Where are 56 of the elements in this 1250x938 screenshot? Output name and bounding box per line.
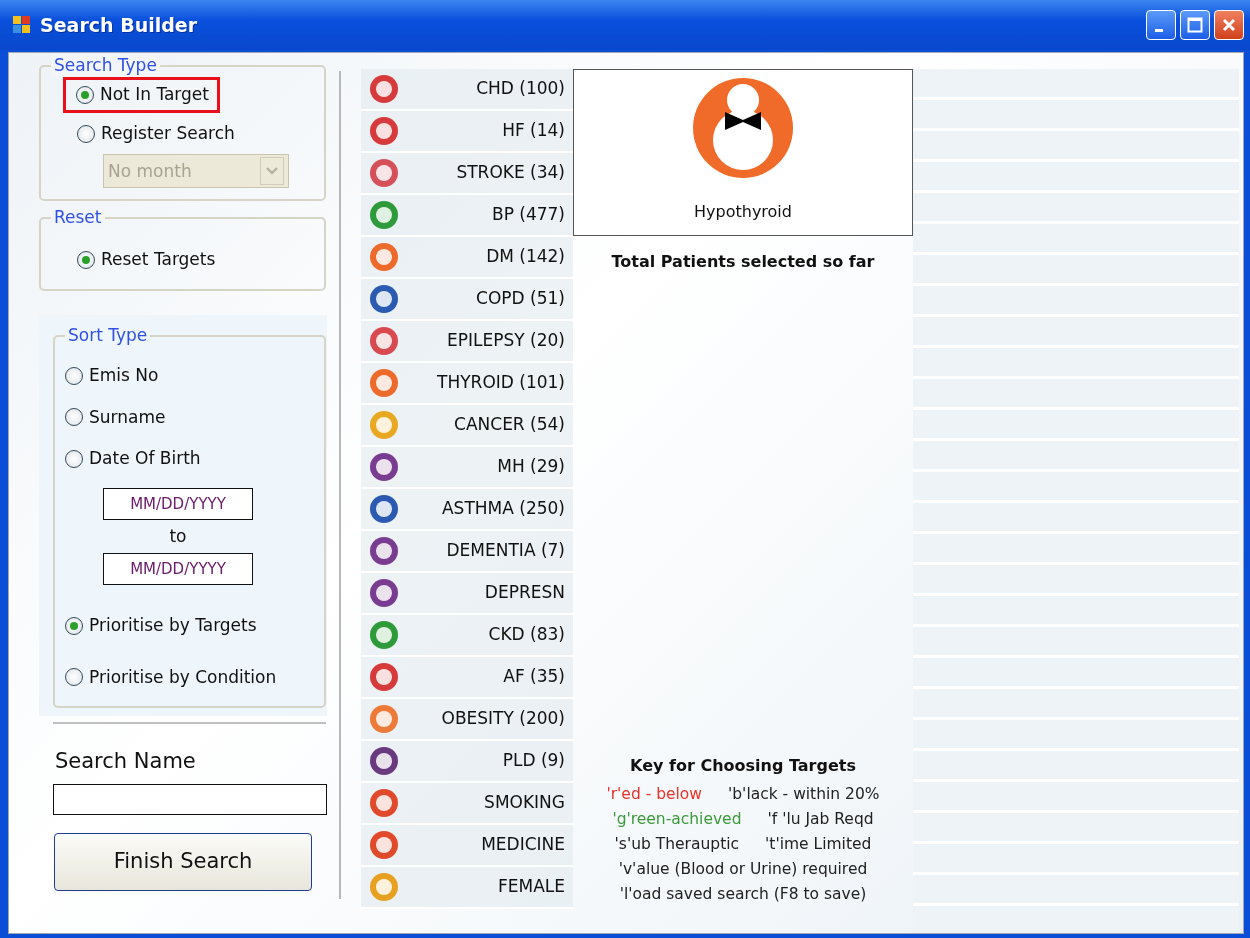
condition-item[interactable]: CHD (100) xyxy=(361,69,573,111)
minimize-button[interactable] xyxy=(1146,10,1176,40)
key-title: Key for Choosing Targets xyxy=(630,755,856,777)
close-button[interactable] xyxy=(1214,10,1244,40)
caret-icon xyxy=(266,167,278,176)
condition-item[interactable]: MEDICINE xyxy=(361,825,573,867)
condition-item[interactable]: MH (29) xyxy=(361,447,573,489)
condition-item[interactable]: DM (142) xyxy=(361,237,573,279)
condition-item[interactable]: SMOKING xyxy=(361,783,573,825)
thyroid-icon xyxy=(691,76,795,180)
total-label: Total Patients selected so far xyxy=(611,251,875,273)
radio-option[interactable]: Surname xyxy=(65,404,166,430)
range-separator: to xyxy=(169,524,187,548)
key-text: 'v'alue (Blood or Urine) required xyxy=(618,859,868,880)
key-text: 's'ub Therauptic xyxy=(614,834,740,855)
key-text: 'f 'lu Jab Reqd xyxy=(767,809,874,830)
condition-item[interactable]: ASTHMA (250) xyxy=(361,489,573,531)
group-title: Search Type xyxy=(51,54,160,76)
condition-item[interactable]: EPILEPSY (20) xyxy=(361,321,573,363)
key-text: 'r'ed - below xyxy=(606,784,702,805)
key-text: 'b'lack - within 20% xyxy=(728,784,880,805)
condition-item[interactable]: HF (14) xyxy=(361,111,573,153)
radio-option[interactable]: Register Search xyxy=(77,120,235,147)
condition-item[interactable]: DEPRESN xyxy=(361,573,573,615)
condition-item[interactable]: BP (477) xyxy=(361,195,573,237)
maximize-button[interactable] xyxy=(1180,10,1210,40)
field-label: Search Name xyxy=(55,748,197,775)
search-name-field[interactable] xyxy=(53,783,327,815)
condition-item[interactable]: THYROID (101) xyxy=(361,363,573,405)
key-text: 'g'reen-achieved xyxy=(612,809,742,830)
radio-option[interactable]: Prioritise by Condition xyxy=(65,664,277,690)
condition-item[interactable]: CANCER (54) xyxy=(361,405,573,447)
close-icon xyxy=(1221,17,1237,33)
preview-caption: Hypothyroid xyxy=(694,201,792,223)
condition-item[interactable]: CKD (83) xyxy=(361,615,573,657)
condition-item[interactable]: OBESITY (200) xyxy=(361,699,573,741)
condition-item[interactable]: STROKE (34) xyxy=(361,153,573,195)
radio-option[interactable]: Prioritise by Targets xyxy=(65,613,257,639)
condition-item[interactable]: FEMALE xyxy=(361,867,573,909)
condition-item[interactable]: AF (35) xyxy=(361,657,573,699)
radio-option[interactable]: Emis No xyxy=(65,363,159,389)
app-icon xyxy=(12,15,32,35)
condition-item[interactable]: PLD (9) xyxy=(361,741,573,783)
radio-option[interactable]: Date Of Birth xyxy=(65,446,201,472)
maximize-icon xyxy=(1187,17,1203,33)
window-title: Search Builder xyxy=(40,12,199,38)
finish-search-button[interactable]: Finish Search xyxy=(54,832,312,891)
condition-item[interactable]: DEMENTIA (7) xyxy=(361,531,573,573)
date-field[interactable]: MM/DD/YYYY xyxy=(103,487,253,520)
condition-item[interactable]: COPD (51) xyxy=(361,279,573,321)
radio-option[interactable]: Not In Target xyxy=(76,82,209,108)
key-text: 'l'oad saved search (F8 to save) xyxy=(619,884,867,905)
minimize-icon xyxy=(1155,28,1163,32)
key-text: 't'ime Limited xyxy=(765,834,872,855)
date-field[interactable]: MM/DD/YYYY xyxy=(103,553,253,585)
radio-option[interactable]: Reset Targets xyxy=(77,247,216,273)
